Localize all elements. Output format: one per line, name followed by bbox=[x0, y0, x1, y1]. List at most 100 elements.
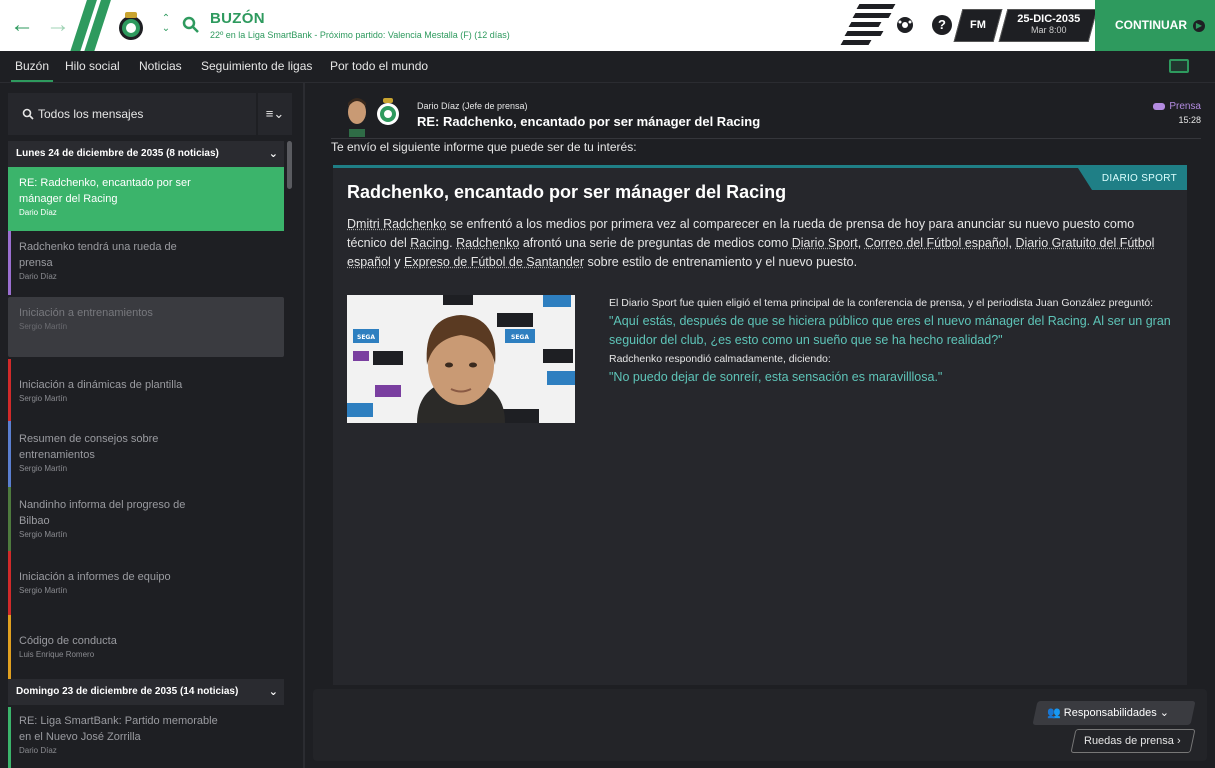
list-item[interactable]: Radchenko tendrá una rueda de prensa Dar… bbox=[8, 231, 284, 295]
article-link[interactable]: Radchenko bbox=[456, 236, 519, 250]
fm-menu-button[interactable]: FM bbox=[953, 9, 1003, 42]
article-interview: El Diario Sport fue quien eligió el tema… bbox=[609, 296, 1179, 389]
sub-tabs: Buzón Hilo social Noticias Seguimiento d… bbox=[0, 51, 1215, 83]
date-main: 25-DIC-2035 bbox=[1017, 13, 1081, 25]
list-item[interactable]: Resumen de consejos sobre entrenamientos… bbox=[8, 421, 284, 487]
people-icon: 👥 bbox=[1047, 707, 1064, 719]
message-sender: Dario Díaz bbox=[19, 272, 57, 281]
list-item[interactable]: Iniciación a dinámicas de plantilla Serg… bbox=[8, 359, 284, 421]
day-group-header[interactable]: Lunes 24 de diciembre de 2035 (8 noticia… bbox=[8, 141, 284, 167]
sidebar-scrollbar[interactable] bbox=[287, 141, 292, 189]
message-sender: Sergio Martín bbox=[19, 464, 68, 473]
article-link[interactable]: Expreso de Fútbol de Santander bbox=[404, 255, 584, 269]
message-sender: Sergio Martín bbox=[19, 586, 68, 595]
sega-logo: SEGA bbox=[357, 334, 375, 341]
responsibilities-button[interactable]: 👥 Responsabilidades ⌄ bbox=[1032, 701, 1196, 725]
article-link[interactable]: Dmitri Radchenko bbox=[347, 217, 446, 231]
article-text: afrontó una serie de preguntas de medios… bbox=[519, 236, 792, 250]
sender-name[interactable]: Dario Díaz (Jefe de prensa) bbox=[417, 101, 528, 111]
club-switch-icon[interactable]: ⌃ ⌄ bbox=[160, 14, 172, 34]
arrow-right-icon: ▶ bbox=[1193, 19, 1205, 32]
article-title: Radchenko, encantado por ser mánager del… bbox=[347, 182, 787, 202]
message-title: Iniciación a informes de equipo bbox=[19, 571, 171, 583]
help-icon[interactable]: ? bbox=[932, 15, 952, 35]
message-list: Lunes 24 de diciembre de 2035 (8 noticia… bbox=[8, 141, 292, 768]
message-sender: Luis Enrique Romero bbox=[19, 650, 95, 659]
forward-arrow-icon[interactable]: → bbox=[46, 12, 70, 38]
list-item[interactable]: RE: Radchenko, encantado por ser mánager… bbox=[8, 167, 284, 231]
tab-hilo-social[interactable]: Hilo social bbox=[65, 59, 120, 73]
message-title: Iniciación a dinámicas de plantilla bbox=[19, 379, 183, 391]
day-group-header[interactable]: Domingo 23 de diciembre de 2035 (14 noti… bbox=[8, 679, 284, 705]
list-item[interactable]: Nandinho informa del progreso de Bilbao … bbox=[8, 487, 284, 551]
list-item[interactable]: Código de conducta Luis Enrique Romero bbox=[8, 615, 284, 679]
top-bar: ← → ⌃ ⌄ BUZÓN 22º en la Liga SmartBank - … bbox=[0, 0, 1215, 51]
chevron-down-icon: ⌄ bbox=[1156, 707, 1169, 719]
message-subject: RE: Radchenko, encantado por ser mánager… bbox=[417, 114, 761, 129]
page-title: BUZÓN bbox=[210, 10, 265, 27]
source-badge: DIARIO SPORT bbox=[1077, 168, 1187, 190]
category-tag: Prensa bbox=[1153, 101, 1201, 112]
message-title: Resumen de consejos sobre entrenamientos bbox=[19, 433, 159, 461]
news-article: DIARIO SPORT Radchenko, encantado por se… bbox=[333, 165, 1187, 685]
article-link[interactable]: Racing bbox=[410, 236, 449, 250]
article-text: , bbox=[857, 236, 865, 250]
tag-icon bbox=[1153, 102, 1166, 110]
sidebar-header: Todos los mensajes ≡⌄ bbox=[8, 93, 292, 135]
search-icon bbox=[22, 108, 34, 120]
interview-answer: "No puedo dejar de sonreír, esta sensaci… bbox=[609, 370, 943, 384]
club-crest-icon[interactable] bbox=[116, 10, 146, 42]
date-sub: Mar 8:00 bbox=[1031, 25, 1067, 35]
message-sender: Dario Díaz bbox=[19, 746, 57, 755]
article-text: y bbox=[390, 255, 404, 269]
chevron-right-icon: › bbox=[1173, 735, 1181, 747]
message-title: RE: Liga SmartBank: Partido memorable en… bbox=[19, 715, 218, 743]
chevron-down-icon: ⌄ bbox=[268, 148, 278, 160]
list-item[interactable]: Iniciación a entrenamientos Sergio Martí… bbox=[8, 297, 284, 357]
sender-avatar[interactable] bbox=[343, 95, 371, 137]
article-body: Dmitri Radchenko se enfrentó a los medio… bbox=[347, 215, 1167, 272]
back-arrow-icon[interactable]: ← bbox=[10, 12, 34, 38]
screen-view-icon[interactable] bbox=[1169, 59, 1189, 73]
message-view: Dario Díaz (Jefe de prensa) RE: Radchenk… bbox=[305, 83, 1215, 768]
chevron-down-icon: ⌄ bbox=[268, 686, 278, 698]
press-conference-photo: SEGA SEGA bbox=[347, 295, 575, 423]
inbox-sidebar: Todos los mensajes ≡⌄ Lunes 24 de diciem… bbox=[0, 83, 300, 768]
message-title: Nandinho informa del progreso de Bilbao bbox=[19, 499, 186, 527]
sort-menu-icon[interactable]: ≡⌄ bbox=[258, 93, 292, 135]
list-item[interactable]: RE: Liga SmartBank: Partido memorable en… bbox=[8, 707, 284, 768]
football-icon[interactable] bbox=[895, 15, 915, 35]
fm-label: FM bbox=[970, 19, 986, 31]
day-group-label: Lunes 24 de diciembre de 2035 (8 noticia… bbox=[16, 148, 219, 159]
message-header: Dario Díaz (Jefe de prensa) RE: Radchenk… bbox=[331, 93, 1201, 139]
press-label: Ruedas de prensa bbox=[1084, 735, 1174, 747]
game-date: 25-DIC-2035 Mar 8:00 bbox=[998, 9, 1098, 42]
list-item[interactable]: Iniciación a informes de equipo Sergio M… bbox=[8, 551, 284, 615]
article-link[interactable]: Diario Sport bbox=[792, 236, 858, 250]
message-sender: Sergio Martín bbox=[19, 394, 68, 403]
article-text: sobre estilo de entrenamiento y el nuevo… bbox=[583, 255, 858, 269]
answer-intro: Radchenko respondió calmadamente, dicien… bbox=[609, 353, 831, 365]
action-bar: 👥 Responsabilidades ⌄ Ruedas de prensa › bbox=[313, 689, 1207, 761]
message-title: Código de conducta bbox=[19, 635, 117, 647]
search-icon[interactable] bbox=[182, 16, 200, 34]
fm-brand-lines bbox=[838, 0, 898, 51]
sega-logo: SEGA bbox=[511, 334, 529, 341]
message-filter-dropdown[interactable]: Todos los mensajes bbox=[8, 93, 256, 135]
message-title: Iniciación a entrenamientos bbox=[19, 307, 153, 319]
message-sender: Sergio Martín bbox=[19, 530, 68, 539]
message-title: RE: Radchenko, encantado por ser mánager… bbox=[19, 177, 191, 205]
tab-por-todo-el-mundo[interactable]: Por todo el mundo bbox=[330, 59, 428, 73]
tab-seguimiento-ligas[interactable]: Seguimiento de ligas bbox=[201, 59, 312, 73]
continue-button[interactable]: CONTINUAR ▶ bbox=[1095, 0, 1215, 51]
article-link[interactable]: Correo del Fútbol español bbox=[865, 236, 1009, 250]
tab-noticias[interactable]: Noticias bbox=[139, 59, 182, 73]
message-sender: Sergio Martín bbox=[19, 322, 68, 331]
continue-label: CONTINUAR bbox=[1115, 18, 1187, 32]
press-conferences-button[interactable]: Ruedas de prensa › bbox=[1070, 729, 1196, 753]
day-group-label: Domingo 23 de diciembre de 2035 (14 noti… bbox=[16, 686, 239, 697]
page-subtitle: 22º en la Liga SmartBank - Próximo parti… bbox=[210, 30, 510, 40]
message-time: 15:28 bbox=[1178, 115, 1201, 125]
article-text: , bbox=[1008, 236, 1016, 250]
tab-buzon[interactable]: Buzón bbox=[10, 59, 54, 82]
